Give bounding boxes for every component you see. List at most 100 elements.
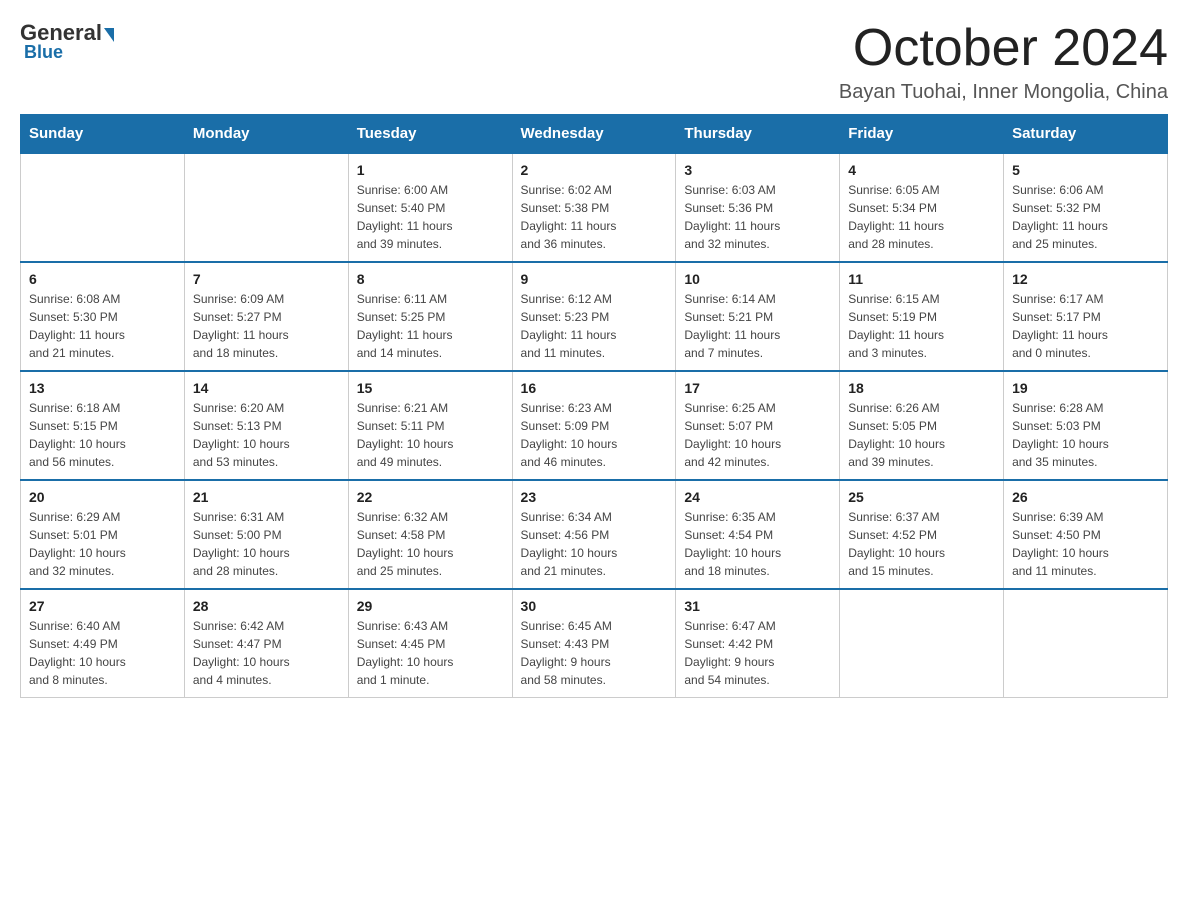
day-info: Sunrise: 6:02 AM Sunset: 5:38 PM Dayligh…	[521, 181, 668, 253]
day-number: 22	[357, 489, 504, 505]
calendar-cell	[21, 153, 185, 262]
day-info: Sunrise: 6:31 AM Sunset: 5:00 PM Dayligh…	[193, 508, 340, 580]
day-info: Sunrise: 6:12 AM Sunset: 5:23 PM Dayligh…	[521, 290, 668, 362]
day-info: Sunrise: 6:06 AM Sunset: 5:32 PM Dayligh…	[1012, 181, 1159, 253]
day-number: 30	[521, 598, 668, 614]
day-number: 9	[521, 271, 668, 287]
day-info: Sunrise: 6:20 AM Sunset: 5:13 PM Dayligh…	[193, 399, 340, 471]
day-number: 19	[1012, 380, 1159, 396]
calendar-cell: 10 Sunrise: 6:14 AM Sunset: 5:21 PM Dayli…	[676, 262, 840, 371]
day-number: 1	[357, 162, 504, 178]
day-number: 10	[684, 271, 831, 287]
week-row-3: 13Sunrise: 6:18 AM Sunset: 5:15 PM Dayli…	[21, 371, 1168, 480]
day-number: 17	[684, 380, 831, 396]
calendar-cell: 30 Sunrise: 6:45 AM Sunset: 4:43 PM Dayli…	[512, 589, 676, 698]
header-row: SundayMondayTuesdayWednesdayThursdayFrid…	[21, 115, 1168, 154]
week-row-2: 6Sunrise: 6:08 AM Sunset: 5:30 PM Daylig…	[21, 262, 1168, 371]
day-info: Sunrise: 6:08 AM Sunset: 5:30 PM Dayligh…	[29, 290, 176, 362]
day-info: Sunrise: 6:37 AM Sunset: 4:52 PM Dayligh…	[848, 508, 995, 580]
calendar-cell: 1 Sunrise: 6:00 AM Sunset: 5:40 PM Daylig…	[348, 153, 512, 262]
day-info: Sunrise: 6:17 AM Sunset: 5:17 PM Dayligh…	[1012, 290, 1159, 362]
calendar-cell: 24 Sunrise: 6:35 AM Sunset: 4:54 PM Dayli…	[676, 480, 840, 589]
calendar-body: 1 Sunrise: 6:00 AM Sunset: 5:40 PM Daylig…	[21, 153, 1168, 698]
calendar-cell: 17Sunrise: 6:25 AM Sunset: 5:07 PM Dayli…	[676, 371, 840, 480]
day-info: Sunrise: 6:23 AM Sunset: 5:09 PM Dayligh…	[521, 399, 668, 471]
day-info: Sunrise: 6:03 AM Sunset: 5:36 PM Dayligh…	[684, 181, 831, 253]
day-number: 11	[848, 271, 995, 287]
day-number: 3	[684, 162, 831, 178]
day-number: 4	[848, 162, 995, 178]
day-info: Sunrise: 6:34 AM Sunset: 4:56 PM Dayligh…	[521, 508, 668, 580]
day-number: 16	[521, 380, 668, 396]
calendar-cell	[1004, 589, 1168, 698]
day-number: 24	[684, 489, 831, 505]
page-header: General Blue October 2024 Bayan Tuohai, …	[20, 20, 1168, 104]
day-number: 13	[29, 380, 176, 396]
calendar-cell: 29Sunrise: 6:43 AM Sunset: 4:45 PM Dayli…	[348, 589, 512, 698]
day-number: 8	[357, 271, 504, 287]
header-day-sunday: Sunday	[21, 115, 185, 154]
day-info: Sunrise: 6:43 AM Sunset: 4:45 PM Dayligh…	[357, 617, 504, 689]
calendar-cell: 19 Sunrise: 6:28 AM Sunset: 5:03 PM Dayli…	[1004, 371, 1168, 480]
day-number: 28	[193, 598, 340, 614]
calendar-cell: 9 Sunrise: 6:12 AM Sunset: 5:23 PM Daylig…	[512, 262, 676, 371]
calendar-cell: 15 Sunrise: 6:21 AM Sunset: 5:11 PM Dayli…	[348, 371, 512, 480]
logo: General Blue	[20, 20, 116, 63]
calendar-cell	[840, 589, 1004, 698]
day-number: 27	[29, 598, 176, 614]
calendar-cell: 2 Sunrise: 6:02 AM Sunset: 5:38 PM Daylig…	[512, 153, 676, 262]
day-number: 15	[357, 380, 504, 396]
day-number: 31	[684, 598, 831, 614]
day-info: Sunrise: 6:11 AM Sunset: 5:25 PM Dayligh…	[357, 290, 504, 362]
logo-blue: Blue	[24, 42, 63, 63]
logo-arrow-icon	[104, 28, 114, 42]
calendar-cell: 27 Sunrise: 6:40 AM Sunset: 4:49 PM Dayli…	[21, 589, 185, 698]
calendar-cell: 31 Sunrise: 6:47 AM Sunset: 4:42 PM Dayli…	[676, 589, 840, 698]
day-info: Sunrise: 6:14 AM Sunset: 5:21 PM Dayligh…	[684, 290, 831, 362]
day-number: 12	[1012, 271, 1159, 287]
calendar-cell: 22Sunrise: 6:32 AM Sunset: 4:58 PM Dayli…	[348, 480, 512, 589]
month-title: October 2024	[839, 20, 1168, 77]
calendar-cell: 25 Sunrise: 6:37 AM Sunset: 4:52 PM Dayli…	[840, 480, 1004, 589]
calendar-cell: 18 Sunrise: 6:26 AM Sunset: 5:05 PM Dayli…	[840, 371, 1004, 480]
day-info: Sunrise: 6:40 AM Sunset: 4:49 PM Dayligh…	[29, 617, 176, 689]
header-day-tuesday: Tuesday	[348, 115, 512, 154]
calendar-cell: 5 Sunrise: 6:06 AM Sunset: 5:32 PM Daylig…	[1004, 153, 1168, 262]
day-number: 5	[1012, 162, 1159, 178]
day-info: Sunrise: 6:26 AM Sunset: 5:05 PM Dayligh…	[848, 399, 995, 471]
day-info: Sunrise: 6:00 AM Sunset: 5:40 PM Dayligh…	[357, 181, 504, 253]
calendar-cell: 23Sunrise: 6:34 AM Sunset: 4:56 PM Dayli…	[512, 480, 676, 589]
day-info: Sunrise: 6:47 AM Sunset: 4:42 PM Dayligh…	[684, 617, 831, 689]
subtitle: Bayan Tuohai, Inner Mongolia, China	[839, 81, 1168, 104]
week-row-1: 1 Sunrise: 6:00 AM Sunset: 5:40 PM Daylig…	[21, 153, 1168, 262]
day-number: 14	[193, 380, 340, 396]
calendar-header: SundayMondayTuesdayWednesdayThursdayFrid…	[21, 115, 1168, 154]
day-info: Sunrise: 6:29 AM Sunset: 5:01 PM Dayligh…	[29, 508, 176, 580]
calendar-cell: 16 Sunrise: 6:23 AM Sunset: 5:09 PM Dayli…	[512, 371, 676, 480]
calendar-cell: 14 Sunrise: 6:20 AM Sunset: 5:13 PM Dayli…	[184, 371, 348, 480]
header-day-thursday: Thursday	[676, 115, 840, 154]
day-number: 21	[193, 489, 340, 505]
week-row-4: 20Sunrise: 6:29 AM Sunset: 5:01 PM Dayli…	[21, 480, 1168, 589]
day-info: Sunrise: 6:45 AM Sunset: 4:43 PM Dayligh…	[521, 617, 668, 689]
calendar-cell: 26Sunrise: 6:39 AM Sunset: 4:50 PM Dayli…	[1004, 480, 1168, 589]
day-number: 25	[848, 489, 995, 505]
day-info: Sunrise: 6:21 AM Sunset: 5:11 PM Dayligh…	[357, 399, 504, 471]
day-number: 26	[1012, 489, 1159, 505]
header-day-saturday: Saturday	[1004, 115, 1168, 154]
day-info: Sunrise: 6:15 AM Sunset: 5:19 PM Dayligh…	[848, 290, 995, 362]
day-number: 2	[521, 162, 668, 178]
week-row-5: 27 Sunrise: 6:40 AM Sunset: 4:49 PM Dayli…	[21, 589, 1168, 698]
header-day-wednesday: Wednesday	[512, 115, 676, 154]
calendar-cell: 11 Sunrise: 6:15 AM Sunset: 5:19 PM Dayli…	[840, 262, 1004, 371]
calendar-cell	[184, 153, 348, 262]
calendar-cell: 12 Sunrise: 6:17 AM Sunset: 5:17 PM Dayli…	[1004, 262, 1168, 371]
calendar-cell: 13Sunrise: 6:18 AM Sunset: 5:15 PM Dayli…	[21, 371, 185, 480]
header-day-friday: Friday	[840, 115, 1004, 154]
day-number: 18	[848, 380, 995, 396]
calendar-cell: 8 Sunrise: 6:11 AM Sunset: 5:25 PM Daylig…	[348, 262, 512, 371]
day-info: Sunrise: 6:28 AM Sunset: 5:03 PM Dayligh…	[1012, 399, 1159, 471]
day-info: Sunrise: 6:35 AM Sunset: 4:54 PM Dayligh…	[684, 508, 831, 580]
calendar-cell: 20Sunrise: 6:29 AM Sunset: 5:01 PM Dayli…	[21, 480, 185, 589]
calendar-cell: 21 Sunrise: 6:31 AM Sunset: 5:00 PM Dayli…	[184, 480, 348, 589]
